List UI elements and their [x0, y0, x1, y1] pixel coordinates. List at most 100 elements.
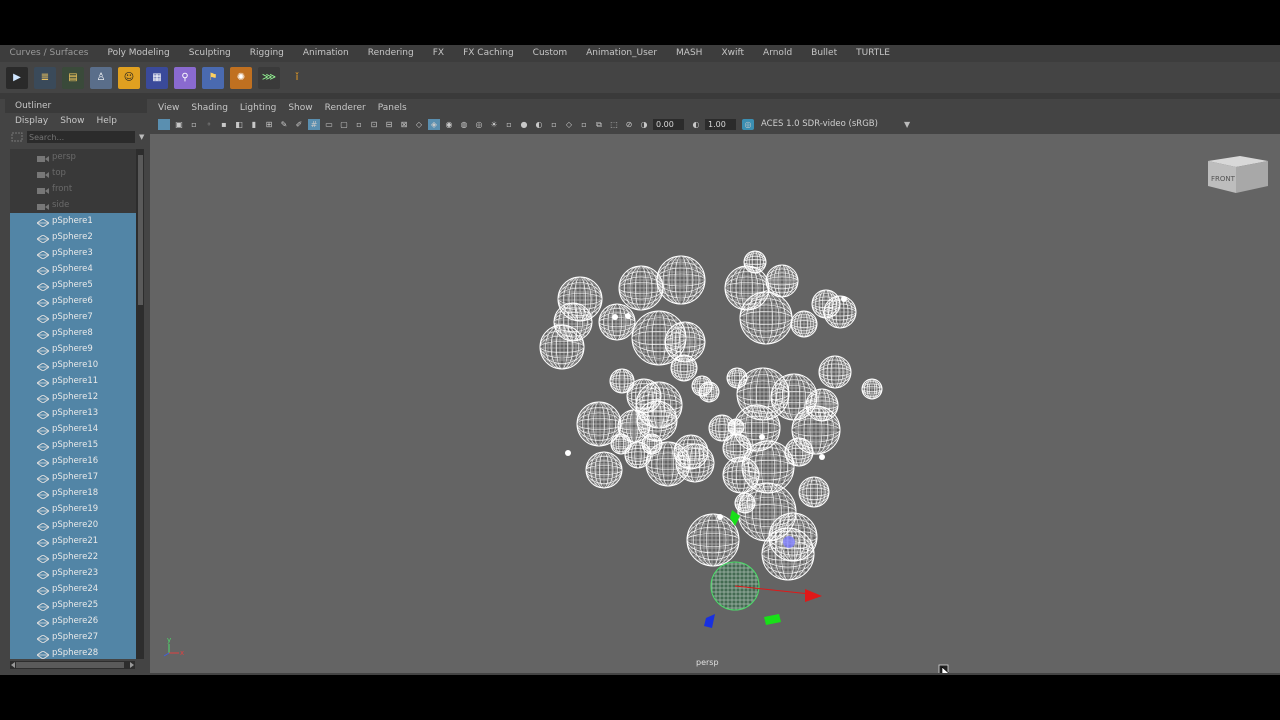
outliner-item-psphere16[interactable]: pSphere16: [10, 453, 139, 469]
shelf-tab-xwift[interactable]: Xwift: [712, 45, 754, 62]
wireframe-sphere[interactable]: [791, 405, 841, 455]
small-sphere[interactable]: [625, 313, 631, 319]
image-plane-icon[interactable]: ⊞: [263, 119, 275, 130]
smooth-shade-icon[interactable]: ◈: [428, 118, 440, 130]
small-sphere[interactable]: [565, 450, 571, 456]
wireframe-sphere[interactable]: [726, 367, 748, 389]
shelf-tab-rigging[interactable]: Rigging: [240, 45, 293, 62]
gamma-field[interactable]: 1.00: [705, 118, 736, 130]
small-sphere[interactable]: [819, 454, 825, 460]
z-axis-handle-icon[interactable]: [704, 614, 715, 628]
xray-icon[interactable]: ▫: [578, 119, 590, 130]
viewport-3d[interactable]: y x FRONT: [150, 134, 1280, 673]
sphere-cluster[interactable]: [539, 250, 883, 581]
shelf-tab-fx[interactable]: FX: [423, 45, 453, 62]
outliner-item-psphere19[interactable]: pSphere19: [10, 501, 139, 517]
viewport-menu-show[interactable]: Show: [288, 103, 312, 113]
outliner-item-psphere18[interactable]: pSphere18: [10, 485, 139, 501]
filter-icon[interactable]: [11, 132, 23, 142]
small-sphere[interactable]: [841, 296, 847, 302]
viewport-menu-lighting[interactable]: Lighting: [240, 103, 276, 113]
outliner-hscrollbar[interactable]: [10, 661, 135, 669]
wireframe-sphere[interactable]: [585, 451, 623, 489]
outliner-camera-persp[interactable]: persp: [10, 149, 139, 165]
outliner-item-psphere14[interactable]: pSphere14: [10, 421, 139, 437]
wireframe-sphere[interactable]: [818, 355, 852, 389]
outliner-item-psphere25[interactable]: pSphere25: [10, 597, 139, 613]
wireframe-sphere[interactable]: [626, 378, 662, 414]
wireframe-sphere[interactable]: [823, 295, 857, 329]
outliner-item-psphere10[interactable]: pSphere10: [10, 357, 139, 373]
render-settings-icon[interactable]: ≣: [34, 66, 56, 89]
shelf-tab-custom[interactable]: Custom: [523, 45, 576, 62]
gamma-icon[interactable]: ◐: [690, 119, 702, 130]
viewport-menu-shading[interactable]: Shading: [191, 103, 228, 113]
outliner-item-psphere6[interactable]: pSphere6: [10, 293, 139, 309]
shelf-tab-animation-user[interactable]: Animation_User: [577, 45, 667, 62]
two-d-pan-icon[interactable]: ✎: [278, 119, 290, 130]
outliner-menu-help[interactable]: Help: [96, 113, 117, 129]
bookmark-icon[interactable]: ▮: [248, 119, 260, 130]
shelf-tab-animation[interactable]: Animation: [293, 45, 358, 62]
grease-pencil-icon[interactable]: ✐: [293, 119, 305, 130]
wireframe-sphere[interactable]: [686, 513, 740, 567]
outliner-item-psphere20[interactable]: pSphere20: [10, 517, 139, 533]
outliner-item-psphere28[interactable]: pSphere28: [10, 645, 139, 659]
yz-plane-handle-icon[interactable]: [764, 614, 781, 625]
outliner-item-psphere22[interactable]: pSphere22: [10, 549, 139, 565]
outliner-item-psphere17[interactable]: pSphere17: [10, 469, 139, 485]
wireframe-sphere[interactable]: [670, 354, 698, 382]
lock-camera-icon[interactable]: ◦: [203, 119, 215, 130]
outliner-item-psphere9[interactable]: pSphere9: [10, 341, 139, 357]
link-icon[interactable]: ⚲: [174, 66, 196, 89]
script-icon[interactable]: ⋙: [258, 66, 280, 89]
outliner-item-psphere21[interactable]: pSphere21: [10, 533, 139, 549]
outliner-item-psphere12[interactable]: pSphere12: [10, 389, 139, 405]
small-sphere[interactable]: [717, 514, 723, 520]
scene-canvas[interactable]: y x FRONT: [150, 134, 1280, 673]
wireframe-icon[interactable]: ◇: [413, 119, 425, 130]
wireframe-sphere[interactable]: [673, 434, 709, 470]
motion-blur-icon[interactable]: ●: [518, 119, 530, 130]
attribute-icon[interactable]: ♙: [90, 66, 112, 89]
screen-space-ao-icon[interactable]: ▫: [503, 119, 515, 130]
character-icon[interactable]: ☺: [118, 66, 140, 89]
isolate-select-icon[interactable]: ◇: [563, 119, 575, 130]
frame-all-icon[interactable]: ▣: [173, 119, 185, 130]
wireframe-sphere[interactable]: [553, 302, 593, 342]
wireframe-sphere[interactable]: [798, 476, 830, 508]
outliner-menu-display[interactable]: Display: [15, 113, 48, 129]
grid-icon[interactable]: #: [308, 118, 320, 130]
safe-title-icon[interactable]: ⊠: [398, 119, 410, 130]
color-management-icon[interactable]: ◎: [742, 118, 754, 130]
textured-icon[interactable]: ◍: [458, 119, 470, 130]
wireframe-on-shaded-icon[interactable]: ◉: [443, 119, 455, 130]
view-transform-dropdown-icon[interactable]: ▼: [904, 120, 910, 129]
outliner-menu-show[interactable]: Show: [60, 113, 84, 129]
shadows-icon[interactable]: ☀: [488, 119, 500, 130]
layer-manager-icon[interactable]: ▦: [146, 66, 168, 89]
use-all-lights-icon[interactable]: ◎: [473, 119, 485, 130]
wireframe-sphere[interactable]: [743, 250, 767, 274]
info-icon[interactable]: ǐ: [286, 66, 308, 89]
outliner-item-psphere5[interactable]: pSphere5: [10, 277, 139, 293]
outliner-camera-side[interactable]: side: [10, 197, 139, 213]
select-camera-icon[interactable]: [158, 118, 170, 130]
search-dropdown-icon[interactable]: ▼: [139, 133, 144, 141]
wireframe-sphere[interactable]: [790, 310, 818, 338]
gear-sun-icon[interactable]: ✺: [230, 66, 252, 89]
field-chart-icon[interactable]: ⊡: [368, 119, 380, 130]
hypershade-icon[interactable]: ▤: [62, 66, 84, 89]
wireframe-sphere[interactable]: [727, 418, 745, 436]
wireframe-sphere[interactable]: [739, 291, 793, 345]
wireframe-sphere[interactable]: [641, 433, 663, 455]
shelf-tab-arnold[interactable]: Arnold: [754, 45, 802, 62]
wireframe-sphere[interactable]: [618, 265, 664, 311]
wireframe-sphere[interactable]: [598, 303, 636, 341]
xray-joints-icon[interactable]: ⧉: [593, 119, 605, 130]
wireframe-sphere[interactable]: [656, 255, 706, 305]
outliner-item-psphere2[interactable]: pSphere2: [10, 229, 139, 245]
x-axis-handle-icon[interactable]: [805, 589, 822, 602]
outliner-item-psphere1[interactable]: pSphere1: [10, 213, 139, 229]
outliner-item-psphere13[interactable]: pSphere13: [10, 405, 139, 421]
